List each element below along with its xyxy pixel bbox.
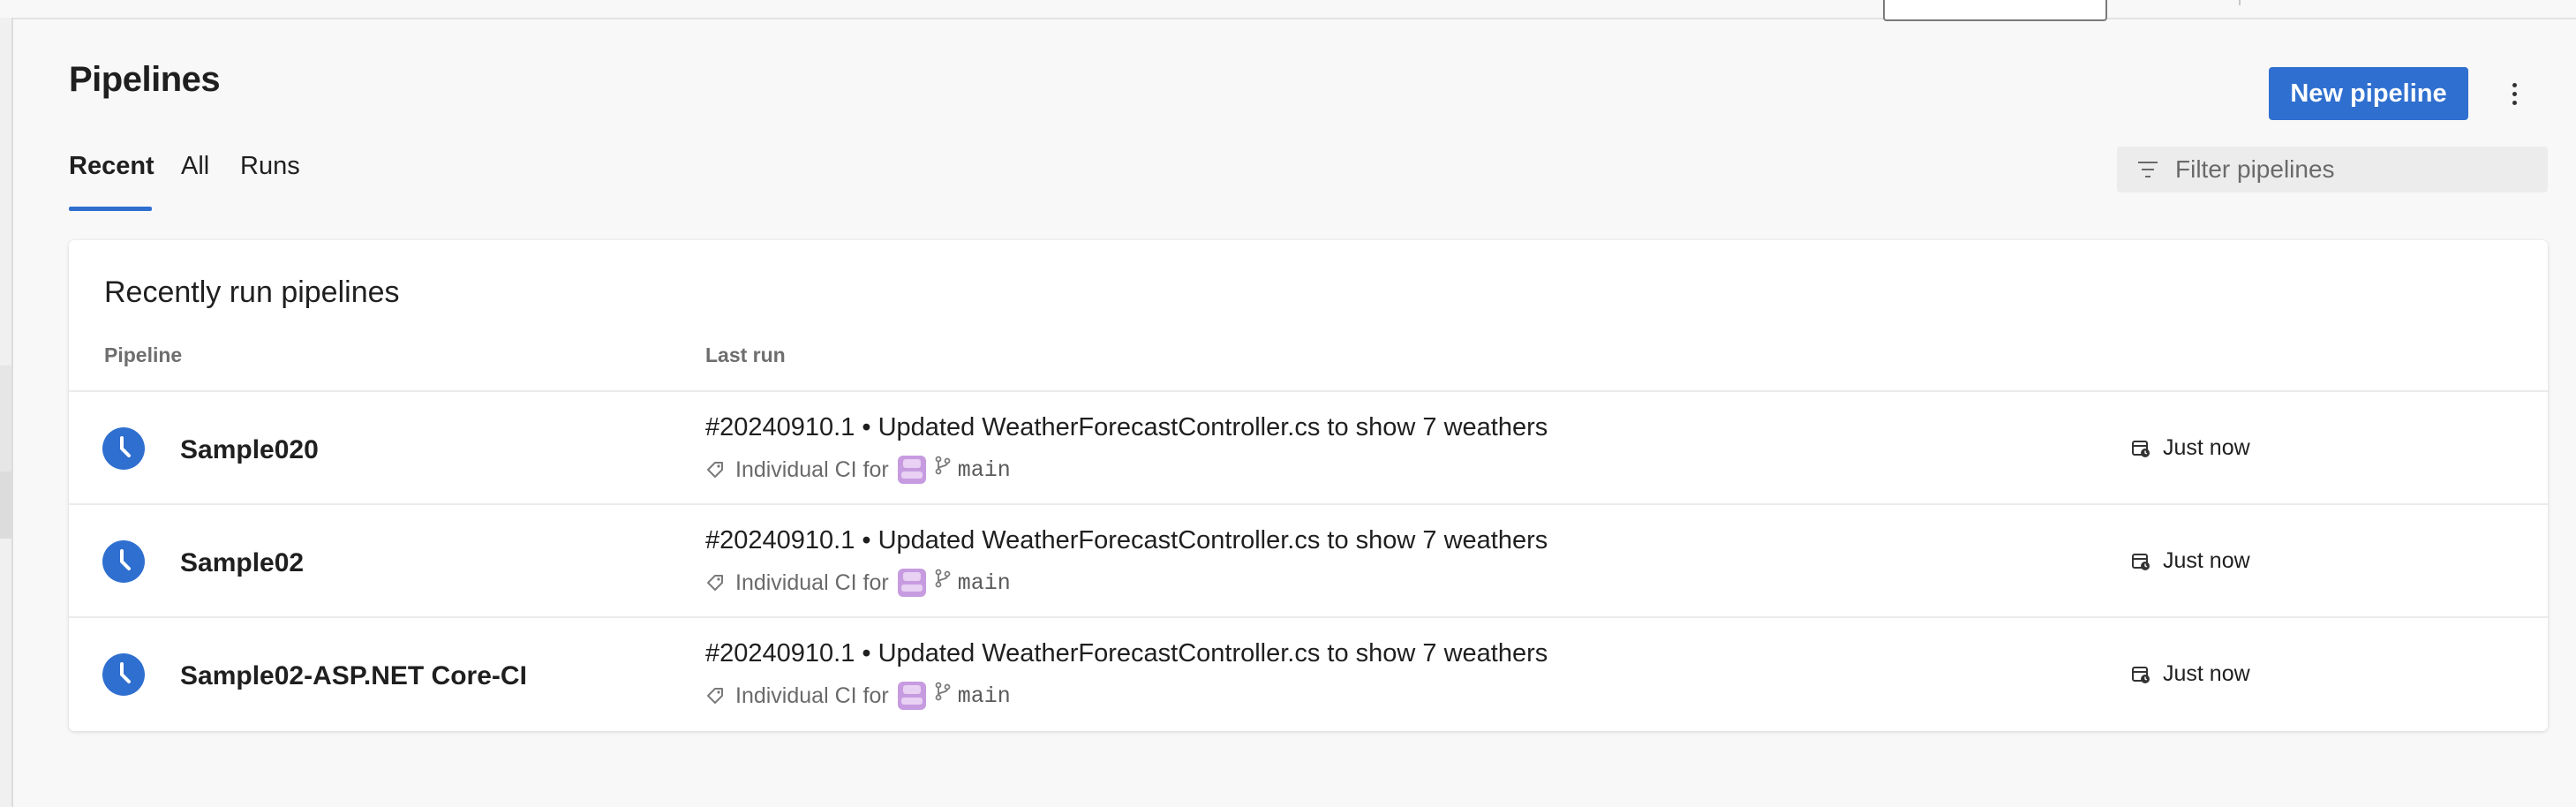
trigger-text: Individual CI for <box>735 569 889 595</box>
run-title[interactable]: #20240910.1 • Updated WeatherForecastCon… <box>705 413 1548 442</box>
column-header-pipeline: Pipeline <box>104 343 183 366</box>
pipeline-row[interactable]: Sample020 #20240910.1 • Updated WeatherF… <box>69 390 2548 504</box>
trigger-text: Individual CI for <box>735 683 889 708</box>
branch-icon <box>935 569 951 588</box>
tab-runs[interactable]: Runs <box>240 152 300 181</box>
top-bar <box>0 0 2576 21</box>
new-pipeline-button[interactable]: New pipeline <box>2269 67 2468 120</box>
tag-icon <box>707 462 723 478</box>
branch-name: main <box>957 569 1011 596</box>
pipeline-name[interactable]: Sample02-ASP.NET Core-CI <box>180 661 527 691</box>
tab-recent[interactable]: Recent <box>69 152 154 181</box>
avatar <box>897 456 926 484</box>
branch-icon <box>935 456 951 475</box>
run-meta: Individual CI for main <box>705 565 1011 600</box>
pipeline-name[interactable]: Sample02 <box>180 548 304 578</box>
tag-icon <box>707 688 723 704</box>
run-meta: Individual CI for main <box>705 678 1011 713</box>
left-rail-scroll-thumb[interactable] <box>0 471 11 539</box>
pipeline-row[interactable]: Sample02 #20240910.1 • Updated WeatherFo… <box>69 503 2548 617</box>
card-title: Recently run pipelines <box>104 275 400 309</box>
trigger-text: Individual CI for <box>735 456 889 482</box>
filter-placeholder: Filter pipelines <box>2175 155 2335 183</box>
column-header-last-run: Last run <box>705 343 786 366</box>
queued-clock-icon <box>102 653 145 696</box>
left-rail-highlight <box>0 366 11 471</box>
time-text: Just now <box>2163 548 2250 573</box>
queued-clock-icon <box>102 427 145 470</box>
last-run-time: Just now <box>2131 435 2250 461</box>
pipeline-row[interactable]: Sample02-ASP.NET Core-CI #20240910.1 • U… <box>69 616 2548 730</box>
queued-clock-icon <box>102 540 145 583</box>
time-text: Just now <box>2163 435 2250 460</box>
more-vertical-icon[interactable] <box>2498 74 2530 113</box>
last-run-time: Just now <box>2131 548 2250 574</box>
run-meta: Individual CI for main <box>705 452 1011 487</box>
left-rail <box>0 18 13 807</box>
tag-icon <box>707 575 723 591</box>
branch-name: main <box>957 683 1011 709</box>
time-text: Just now <box>2163 661 2250 686</box>
pipeline-name[interactable]: Sample020 <box>180 435 319 465</box>
avatar <box>897 569 926 597</box>
calendar-clock-icon <box>2132 553 2150 570</box>
branch-name: main <box>957 456 1011 483</box>
tab-all[interactable]: All <box>181 152 209 181</box>
top-search-box[interactable] <box>1883 0 2107 21</box>
filter-icon <box>2138 162 2158 177</box>
active-tab-indicator <box>69 207 152 211</box>
calendar-clock-icon <box>2132 666 2150 683</box>
avatar <box>897 682 926 710</box>
run-title[interactable]: #20240910.1 • Updated WeatherForecastCon… <box>705 526 1548 555</box>
branch-icon <box>935 682 951 701</box>
page-title: Pipelines <box>69 60 221 99</box>
calendar-clock-icon <box>2132 440 2150 457</box>
filter-pipelines-input[interactable]: Filter pipelines <box>2117 147 2548 192</box>
top-divider <box>2239 0 2241 5</box>
last-run-time: Just now <box>2131 661 2250 687</box>
recent-pipelines-card: Recently run pipelines Pipeline Last run… <box>69 240 2548 731</box>
run-title[interactable]: #20240910.1 • Updated WeatherForecastCon… <box>705 639 1548 668</box>
